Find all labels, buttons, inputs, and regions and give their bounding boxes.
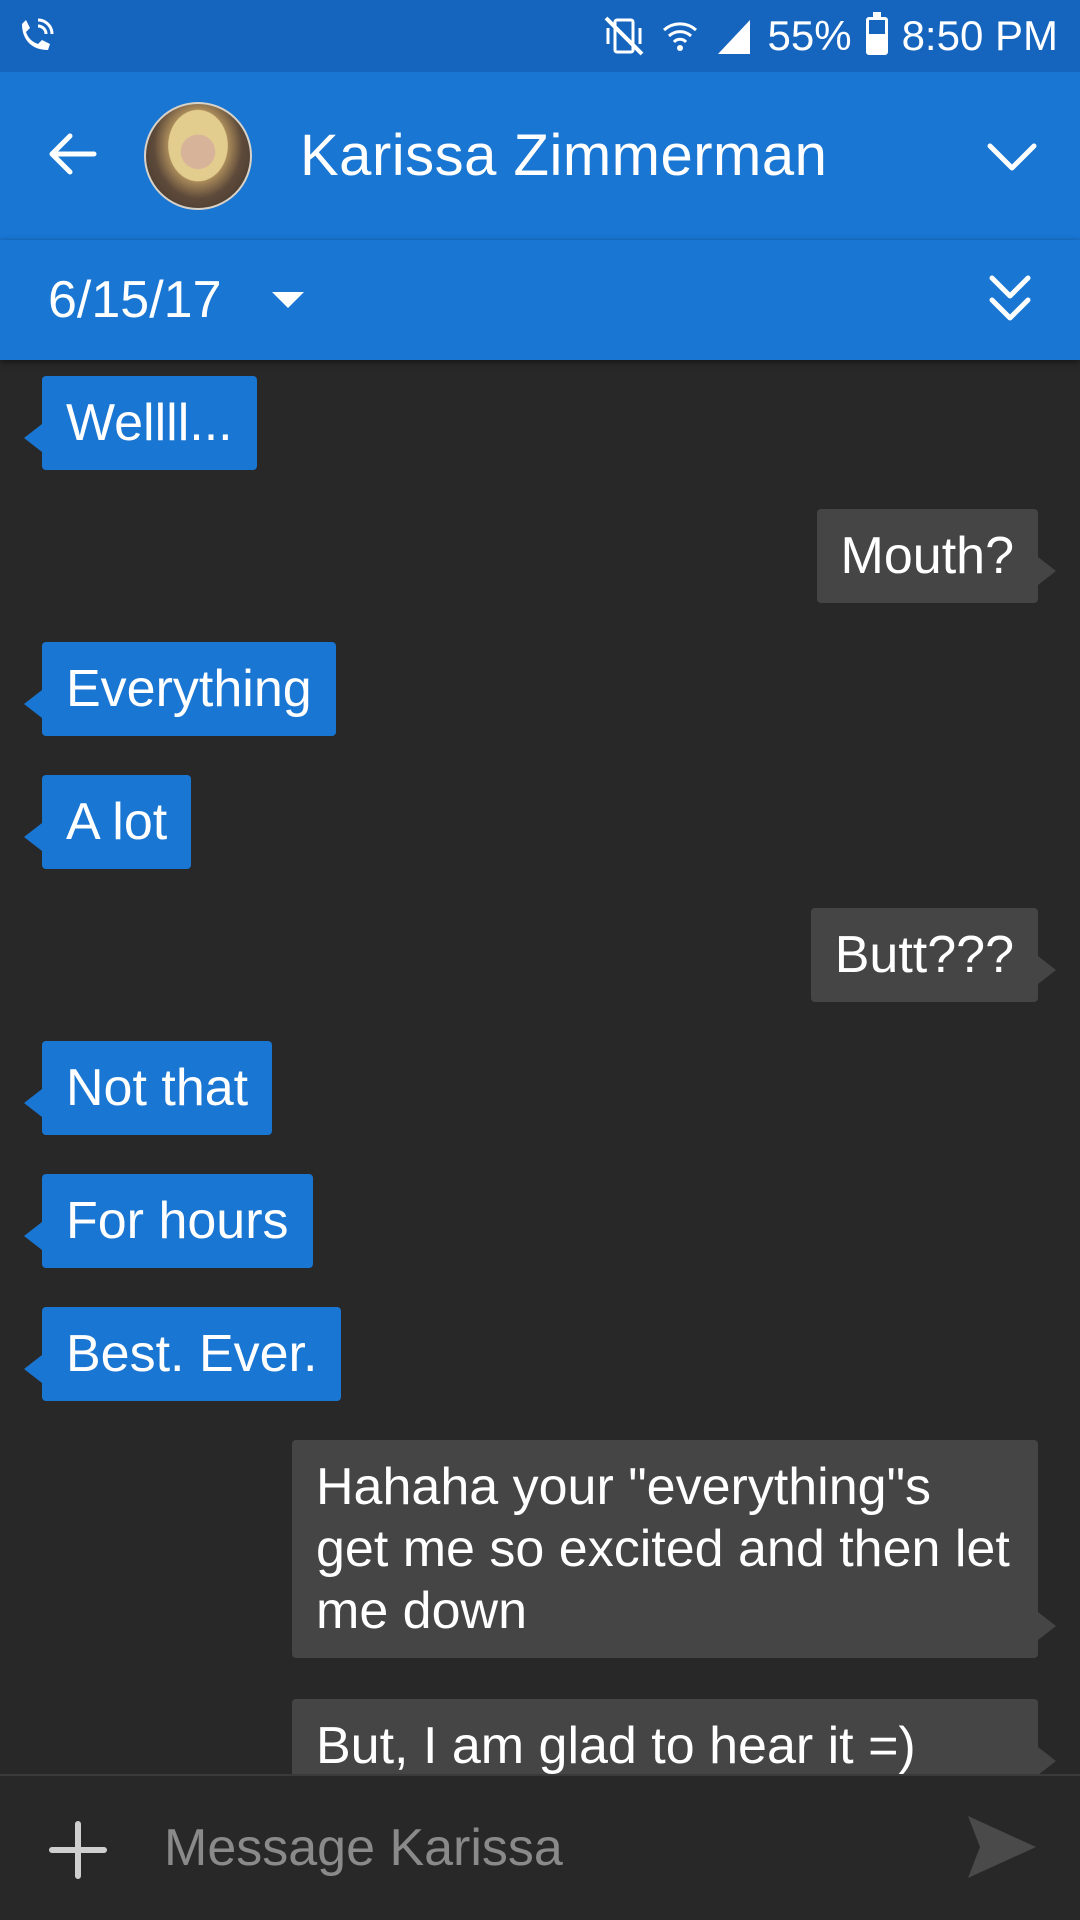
battery-icon (865, 12, 888, 55)
battery-fill (868, 34, 885, 52)
avatar[interactable] (144, 102, 252, 210)
message-bubble-outgoing[interactable]: Hahaha your "everything"s get me so exci… (292, 1440, 1056, 1658)
message-bubble-incoming[interactable]: A lot (23, 775, 192, 869)
message-list[interactable]: Wellll... Mouth? Everything A lot Butt??… (0, 360, 1080, 1774)
battery-percent: 55% (767, 12, 852, 59)
arrow-left-icon[interactable] (44, 126, 100, 182)
message-bubble-incoming[interactable]: Not that (23, 1041, 273, 1135)
message-bubble-incoming[interactable]: Everything (24, 642, 336, 736)
message-bubble-outgoing[interactable]: Butt??? (810, 908, 1057, 1002)
wifi-calling-icon (22, 18, 54, 50)
conversation-header: Karissa Zimmerman (0, 72, 1080, 240)
status-bar: 55% 8:50 PM (0, 0, 1080, 72)
compose-bar (0, 1774, 1080, 1920)
double-chevron-down-icon[interactable] (984, 270, 1036, 330)
wifi-icon (662, 22, 697, 51)
caret-down-icon[interactable] (272, 292, 304, 310)
status-icons: 55% 8:50 PM (602, 8, 1058, 64)
message-bubble-incoming[interactable]: Best. Ever. (23, 1307, 342, 1401)
date-selector[interactable]: 6/15/17 (48, 270, 222, 330)
signal-icon (717, 20, 750, 54)
message-input[interactable] (156, 1804, 952, 1892)
plus-icon[interactable] (48, 1820, 108, 1880)
message-bubble-outgoing[interactable]: But, I am glad to hear it =) (292, 1699, 1056, 1774)
date-bar: 6/15/17 (0, 240, 1080, 360)
message-bubble-outgoing[interactable]: Mouth? (816, 509, 1057, 603)
message-bubble-incoming[interactable]: For hours (24, 1174, 313, 1268)
chevron-down-icon[interactable] (984, 130, 1040, 186)
message-bubble-incoming[interactable]: Wellll... (24, 376, 257, 470)
vibrate-mute-icon (604, 16, 643, 56)
contact-name[interactable]: Karissa Zimmerman (300, 120, 827, 192)
clock: 8:50 PM (901, 12, 1058, 59)
send-icon[interactable] (966, 1814, 1038, 1880)
